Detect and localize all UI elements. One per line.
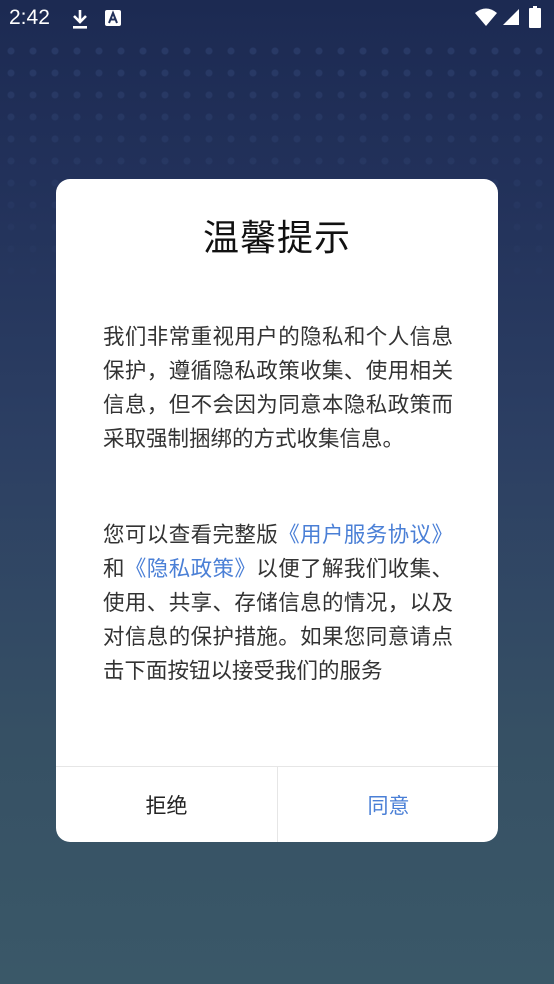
status-bar: 2:42 — [0, 0, 554, 38]
download-icon — [70, 8, 90, 34]
paragraph-prefix: 您可以查看完整版 — [103, 523, 279, 548]
battery-icon — [529, 6, 541, 32]
privacy-dialog: 温馨提示 我们非常重视用户的隐私和个人信息保护，遵循隐私政策收集、使用相关信息，… — [56, 179, 498, 842]
privacy-policy-link[interactable]: 《隐私政策》 — [125, 557, 256, 582]
paragraph-and: 和 — [103, 557, 125, 582]
status-time: 2:42 — [9, 6, 50, 29]
agree-button[interactable]: 同意 — [278, 767, 498, 842]
dialog-title: 温馨提示 — [202, 218, 351, 259]
dialog-paragraph-agreement: 您可以查看完整版《用户服务协议》和《隐私政策》以便了解我们收集、使用、共享、存储… — [103, 519, 453, 689]
signal-icon — [502, 8, 520, 30]
font-a-icon — [105, 10, 121, 30]
dialog-paragraph-privacy-statement: 我们非常重视用户的隐私和个人信息保护，遵循隐私政策收集、使用相关信息，但不会因为… — [103, 325, 453, 452]
user-agreement-link[interactable]: 《用户服务协议》 — [278, 523, 453, 548]
wifi-icon — [474, 7, 498, 31]
reject-button[interactable]: 拒绝 — [56, 767, 277, 842]
